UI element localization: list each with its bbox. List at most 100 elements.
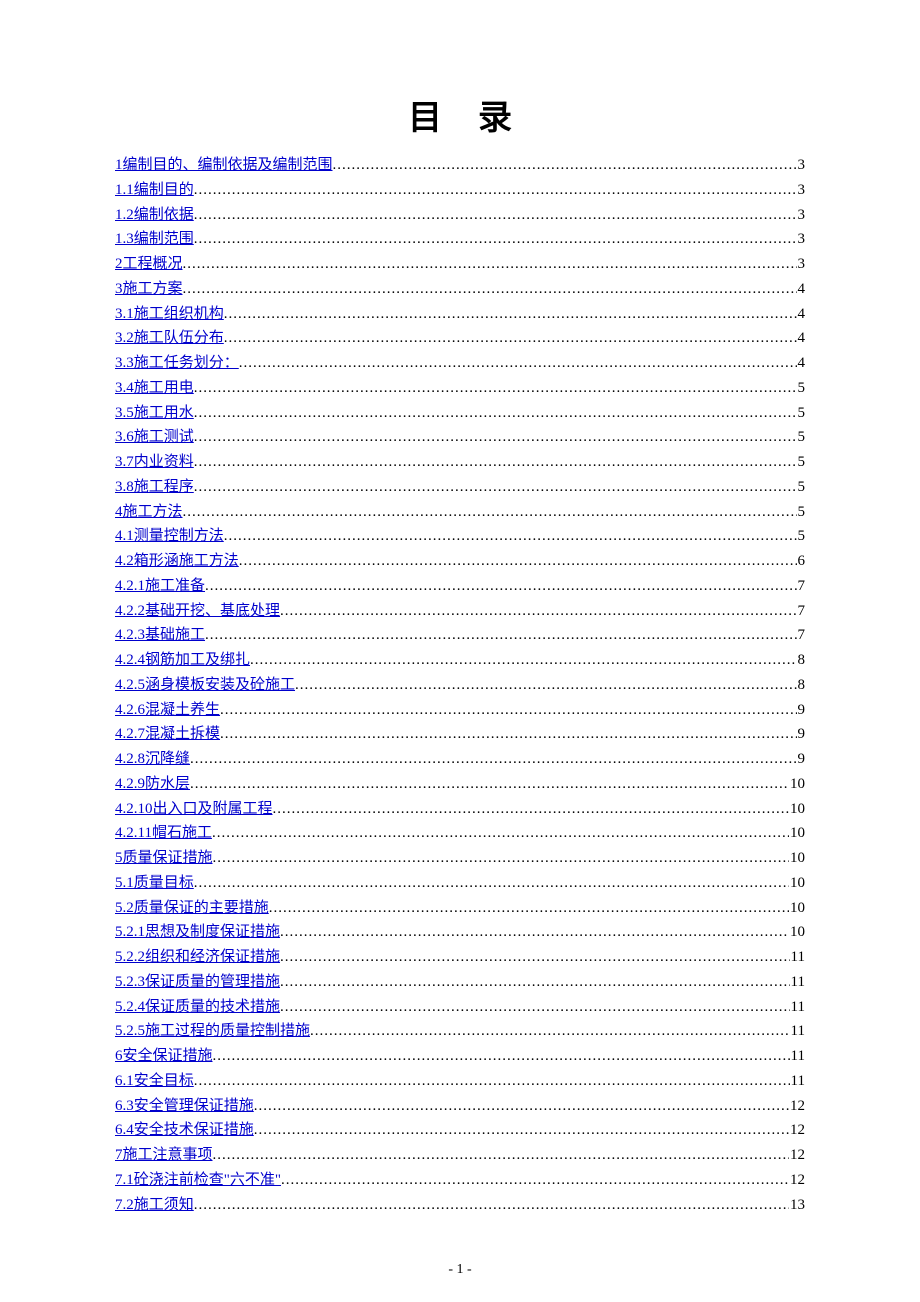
toc-row: 6安全保证措施11 — [115, 1044, 805, 1069]
toc-leader — [194, 425, 797, 450]
toc-link[interactable]: 5.2质量保证的主要措施 — [115, 896, 269, 921]
toc-link[interactable]: 1编制目的、编制依据及编制范围 — [115, 153, 333, 178]
toc-page-number: 8 — [797, 673, 806, 698]
toc-link[interactable]: 4.2.1施工准备 — [115, 574, 205, 599]
toc-page-number: 9 — [797, 747, 806, 772]
toc-link[interactable]: 4.2.5涵身模板安装及砼施工 — [115, 673, 295, 698]
toc-leader — [194, 401, 797, 426]
toc-link[interactable]: 3.2施工队伍分布 — [115, 326, 224, 351]
toc-link[interactable]: 4.2.10出入口及附属工程 — [115, 797, 273, 822]
toc-page-number: 12 — [789, 1168, 805, 1193]
toc-row: 7.1砼浇注前检查"六不准" 12 — [115, 1168, 805, 1193]
toc-link[interactable]: 3.8施工程序 — [115, 475, 194, 500]
table-of-contents: 1编制目的、编制依据及编制范围31.1编制目的31.2编制依据31.3编制范围3… — [115, 153, 805, 1217]
toc-link[interactable]: 3.3施工任务划分： — [115, 351, 239, 376]
toc-link[interactable]: 5.2.2组织和经济保证措施 — [115, 945, 280, 970]
toc-link[interactable]: 4.2.2基础开挖、基底处理 — [115, 599, 280, 624]
toc-link[interactable]: 5.1质量目标 — [115, 871, 194, 896]
toc-page-number: 3 — [797, 178, 806, 203]
toc-leader — [205, 574, 796, 599]
toc-link[interactable]: 4.2箱形涵施工方法 — [115, 549, 239, 574]
toc-row: 4.2.7混凝土拆模9 — [115, 722, 805, 747]
toc-link[interactable]: 7.1砼浇注前检查"六不准" — [115, 1168, 281, 1193]
toc-link[interactable]: 4.2.8沉降缝 — [115, 747, 190, 772]
toc-link[interactable]: 5.2.5施工过程的质量控制措施 — [115, 1019, 310, 1044]
toc-leader — [194, 227, 797, 252]
toc-row: 4.2.4钢筋加工及绑扎8 — [115, 648, 805, 673]
toc-link[interactable]: 6.4安全技术保证措施 — [115, 1118, 254, 1143]
toc-row: 4.2.8沉降缝 9 — [115, 747, 805, 772]
toc-link[interactable]: 1.2编制依据 — [115, 203, 194, 228]
page-title: 目录 — [115, 90, 805, 139]
toc-page-number: 7 — [797, 574, 806, 599]
toc-leader — [194, 871, 789, 896]
toc-link[interactable]: 6安全保证措施 — [115, 1044, 213, 1069]
toc-link[interactable]: 5.2.3保证质量的管理措施 — [115, 970, 280, 995]
toc-link[interactable]: 5.2.4保证质量的技术措施 — [115, 995, 280, 1020]
toc-link[interactable]: 4.2.3基础施工 — [115, 623, 205, 648]
toc-page-number: 11 — [790, 945, 805, 970]
toc-row: 4.2.3基础施工7 — [115, 623, 805, 648]
toc-page-number: 4 — [797, 302, 806, 327]
toc-page-number: 5 — [797, 376, 806, 401]
toc-row: 3.3施工任务划分：4 — [115, 351, 805, 376]
toc-link[interactable]: 2工程概况 — [115, 252, 183, 277]
toc-leader — [280, 599, 796, 624]
toc-link[interactable]: 7施工注意事项 — [115, 1143, 213, 1168]
toc-row: 7.2施工须知13 — [115, 1193, 805, 1218]
toc-leader — [183, 500, 797, 525]
toc-link[interactable]: 3.4施工用电 — [115, 376, 194, 401]
toc-link[interactable]: 3.6施工测试 — [115, 425, 194, 450]
toc-link[interactable]: 3.1施工组织机构 — [115, 302, 224, 327]
toc-link[interactable]: 4.2.6混凝土养生 — [115, 698, 220, 723]
toc-link[interactable]: 3施工方案 — [115, 277, 183, 302]
toc-link[interactable]: 4.2.7混凝土拆模 — [115, 722, 220, 747]
toc-link[interactable]: 1.3编制范围 — [115, 227, 194, 252]
toc-leader — [194, 475, 797, 500]
toc-link[interactable]: 6.3安全管理保证措施 — [115, 1094, 254, 1119]
toc-row: 4施工方法5 — [115, 500, 805, 525]
toc-link[interactable]: 4.1测量控制方法 — [115, 524, 224, 549]
toc-link[interactable]: 4.2.11帽石施工 — [115, 821, 212, 846]
toc-row: 3.5施工用水5 — [115, 401, 805, 426]
toc-row: 4.2箱形涵施工方法6 — [115, 549, 805, 574]
toc-leader — [295, 673, 796, 698]
page-footer: - 1 - — [0, 1262, 920, 1278]
toc-link[interactable]: 3.7内业资料 — [115, 450, 194, 475]
toc-page-number: 12 — [789, 1094, 805, 1119]
toc-page-number: 3 — [797, 153, 806, 178]
toc-row: 5.2.1思想及制度保证措施10 — [115, 920, 805, 945]
document-page: 目录 1编制目的、编制依据及编制范围31.1编制目的31.2编制依据31.3编制… — [0, 0, 920, 1302]
toc-link[interactable]: 5.2.1思想及制度保证措施 — [115, 920, 280, 945]
toc-link[interactable]: 4施工方法 — [115, 500, 183, 525]
toc-leader — [239, 351, 797, 376]
toc-link[interactable]: 4.2.9防水层 — [115, 772, 190, 797]
toc-row: 4.2.6混凝土养生9 — [115, 698, 805, 723]
toc-row: 1.2编制依据3 — [115, 203, 805, 228]
toc-link[interactable]: 5质量保证措施 — [115, 846, 213, 871]
toc-leader — [183, 277, 797, 302]
toc-row: 5.2.3保证质量的管理措施11 — [115, 970, 805, 995]
toc-row: 3.4施工用电 5 — [115, 376, 805, 401]
toc-leader — [194, 1069, 790, 1094]
toc-leader — [281, 1168, 789, 1193]
toc-leader — [194, 450, 797, 475]
toc-page-number: 12 — [789, 1118, 805, 1143]
toc-link[interactable]: 1.1编制目的 — [115, 178, 194, 203]
toc-leader — [280, 995, 790, 1020]
toc-page-number: 11 — [790, 1069, 805, 1094]
toc-row: 1.1编制目的 3 — [115, 178, 805, 203]
toc-page-number: 4 — [797, 277, 806, 302]
toc-link[interactable]: 3.5施工用水 — [115, 401, 194, 426]
toc-link[interactable]: 4.2.4钢筋加工及绑扎 — [115, 648, 250, 673]
toc-page-number: 4 — [797, 326, 806, 351]
toc-leader — [254, 1094, 789, 1119]
toc-row: 2工程概况3 — [115, 252, 805, 277]
toc-row: 3.2施工队伍分布 4 — [115, 326, 805, 351]
toc-link[interactable]: 7.2施工须知 — [115, 1193, 194, 1218]
toc-leader — [269, 896, 789, 921]
toc-link[interactable]: 6.1安全目标 — [115, 1069, 194, 1094]
toc-page-number: 3 — [797, 227, 806, 252]
toc-leader — [190, 772, 789, 797]
toc-page-number: 11 — [790, 1019, 805, 1044]
